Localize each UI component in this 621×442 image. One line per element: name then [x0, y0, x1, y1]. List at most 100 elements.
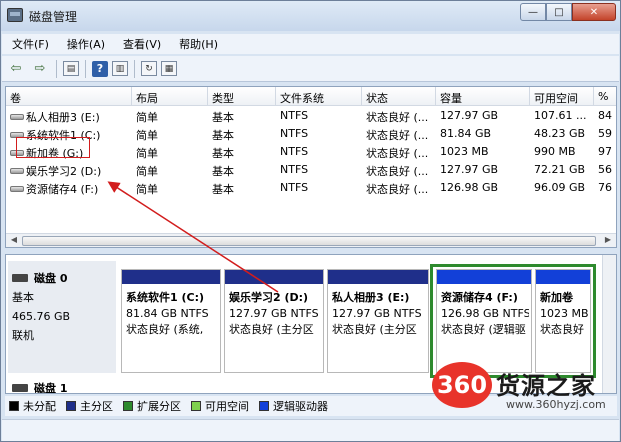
- help-icon[interactable]: ?: [92, 60, 108, 77]
- table-row[interactable]: 私人相册3 (E:) 简单 基本 NTFS 状态良好 (... 127.97 G…: [6, 107, 616, 125]
- legend-label: 逻辑驱动器: [273, 400, 328, 413]
- primary-partition-bar: [122, 270, 220, 284]
- partition-info: 127.97 GB NTFS: [229, 307, 319, 320]
- menu-help[interactable]: 帮助(H): [169, 34, 226, 54]
- column-filesystem[interactable]: 文件系统: [276, 87, 362, 106]
- toolbar-separator: [85, 59, 86, 78]
- pct-cell: 97: [598, 145, 612, 158]
- pct-cell: 59: [598, 127, 612, 140]
- close-button[interactable]: ✕: [572, 3, 616, 21]
- column-percent-free[interactable]: %: [594, 87, 616, 106]
- partition-c[interactable]: 系统软件1 (C:) 81.84 GB NTFS 状态良好 (系统,: [121, 269, 221, 373]
- minimize-button[interactable]: —: [520, 3, 546, 21]
- partition-info: 127.97 GB NTFS: [332, 307, 422, 320]
- legend-swatch: [9, 401, 19, 411]
- volume-name: 私人相册3 (E:): [26, 111, 100, 124]
- disk-1-label[interactable]: 磁盘 1: [12, 380, 68, 394]
- legend-item: 可用空间: [191, 398, 249, 414]
- type-cell: 基本: [212, 111, 234, 124]
- scrollbar-thumb[interactable]: [22, 236, 596, 246]
- menu-action[interactable]: 操作(A): [57, 34, 113, 54]
- column-capacity[interactable]: 容量: [436, 87, 530, 106]
- layout-cell: 简单: [136, 183, 158, 196]
- disk-type: 基本: [12, 291, 34, 304]
- partition-name: 娱乐学习2 (D:): [229, 291, 309, 304]
- scroll-left-icon[interactable]: ◀: [7, 235, 21, 247]
- volume-icon: [10, 114, 24, 120]
- free-cell: 96.09 GB: [534, 181, 586, 194]
- properties-icon[interactable]: ▥: [112, 61, 128, 76]
- partition-name: 私人相册3 (E:): [332, 291, 410, 304]
- disk-0-label[interactable]: 磁盘 0 基本 465.76 GB 联机: [8, 261, 116, 373]
- back-icon[interactable]: ⇦: [6, 59, 26, 79]
- capacity-cell: 1023 MB: [440, 145, 489, 158]
- watermark-text: 货源之家: [496, 372, 596, 400]
- legend-label: 扩展分区: [137, 400, 181, 413]
- status-cell: 状态良好 (...: [366, 165, 429, 178]
- legend-item: 主分区: [66, 398, 113, 414]
- partition-status: 状态良好: [540, 323, 584, 336]
- table-row[interactable]: 系统软件1 (C:) 简单 基本 NTFS 状态良好 (... 81.84 GB…: [6, 125, 616, 143]
- partition-d[interactable]: 娱乐学习2 (D:) 127.97 GB NTFS 状态良好 (主分区: [224, 269, 324, 373]
- layout-cell: 简单: [136, 111, 158, 124]
- partition-name: 系统软件1 (C:): [126, 291, 205, 304]
- console-tree-icon[interactable]: ▤: [63, 61, 79, 76]
- column-free-space[interactable]: 可用空间: [530, 87, 594, 106]
- highlight-box: [16, 137, 90, 158]
- show-hide-icon[interactable]: ▦: [161, 61, 177, 76]
- scroll-right-icon[interactable]: ▶: [601, 235, 615, 247]
- legend-label: 主分区: [80, 400, 113, 413]
- partition-info: 1023 MB: [540, 307, 588, 320]
- forward-icon[interactable]: ⇨: [30, 59, 50, 79]
- column-status[interactable]: 状态: [362, 87, 436, 106]
- status-cell: 状态良好 (...: [366, 183, 429, 196]
- type-cell: 基本: [212, 183, 234, 196]
- pct-cell: 76: [598, 181, 612, 194]
- free-cell: 990 MB: [534, 145, 576, 158]
- partition-name: 资源储存4 (F:): [441, 291, 518, 304]
- primary-partition-bar: [328, 270, 428, 284]
- disk-icon: [12, 274, 28, 282]
- watermark-logo: 360: [432, 362, 492, 408]
- horizontal-scrollbar[interactable]: ◀ ▶: [6, 233, 616, 247]
- maximize-button[interactable]: □: [546, 3, 572, 21]
- capacity-cell: 127.97 GB: [440, 163, 499, 176]
- fs-cell: NTFS: [280, 127, 309, 140]
- table-row[interactable]: 资源储存4 (F:) 简单 基本 NTFS 状态良好 (... 126.98 G…: [6, 179, 616, 197]
- legend-item: 逻辑驱动器: [259, 398, 328, 414]
- partition-status: 状态良好 (主分区: [229, 323, 314, 336]
- fs-cell: NTFS: [280, 163, 309, 176]
- legend-label: 可用空间: [205, 400, 249, 413]
- column-type[interactable]: 类型: [208, 87, 276, 106]
- type-cell: 基本: [212, 129, 234, 142]
- volume-name-cell: 资源储存4 (F:): [6, 179, 132, 197]
- disk-state: 联机: [12, 329, 34, 342]
- column-layout[interactable]: 布局: [132, 87, 208, 106]
- volume-name: 资源储存4 (F:): [26, 183, 99, 196]
- partition-status: 状态良好 (逻辑驱: [441, 323, 526, 336]
- menu-file[interactable]: 文件(F): [2, 34, 57, 54]
- menu-bar: 文件(F) 操作(A) 查看(V) 帮助(H): [2, 34, 619, 54]
- layout-cell: 简单: [136, 165, 158, 178]
- disk-icon: [12, 384, 28, 392]
- menu-view[interactable]: 查看(V): [113, 34, 169, 54]
- partition-status: 状态良好 (系统,: [126, 323, 204, 336]
- pct-cell: 84: [598, 109, 612, 122]
- capacity-cell: 81.84 GB: [440, 127, 492, 140]
- partition-e[interactable]: 私人相册3 (E:) 127.97 GB NTFS 状态良好 (主分区: [327, 269, 429, 373]
- disk-name: 磁盘 1: [34, 382, 68, 394]
- partition-g[interactable]: 新加卷 1023 MB 状态良好: [535, 269, 591, 373]
- legend-label: 未分配: [23, 400, 56, 413]
- table-row[interactable]: 新加卷 (G:) 简单 基本 NTFS 状态良好 (... 1023 MB 99…: [6, 143, 616, 161]
- free-cell: 72.21 GB: [534, 163, 586, 176]
- partition-info: 81.84 GB NTFS: [126, 307, 209, 320]
- type-cell: 基本: [212, 147, 234, 160]
- table-row[interactable]: 娱乐学习2 (D:) 简单 基本 NTFS 状态良好 (... 127.97 G…: [6, 161, 616, 179]
- partition-f[interactable]: 资源储存4 (F:) 126.98 GB NTFS 状态良好 (逻辑驱: [436, 269, 532, 373]
- list-header: 卷 布局 类型 文件系统 状态 容量 可用空间 %: [6, 87, 616, 106]
- column-volume[interactable]: 卷: [6, 87, 132, 106]
- watermark: 360 货源之家 www.360hyzj.com: [430, 362, 621, 442]
- legend-swatch: [259, 401, 269, 411]
- refresh-icon[interactable]: ↻: [141, 61, 157, 76]
- volume-name-cell: 娱乐学习2 (D:): [6, 161, 132, 179]
